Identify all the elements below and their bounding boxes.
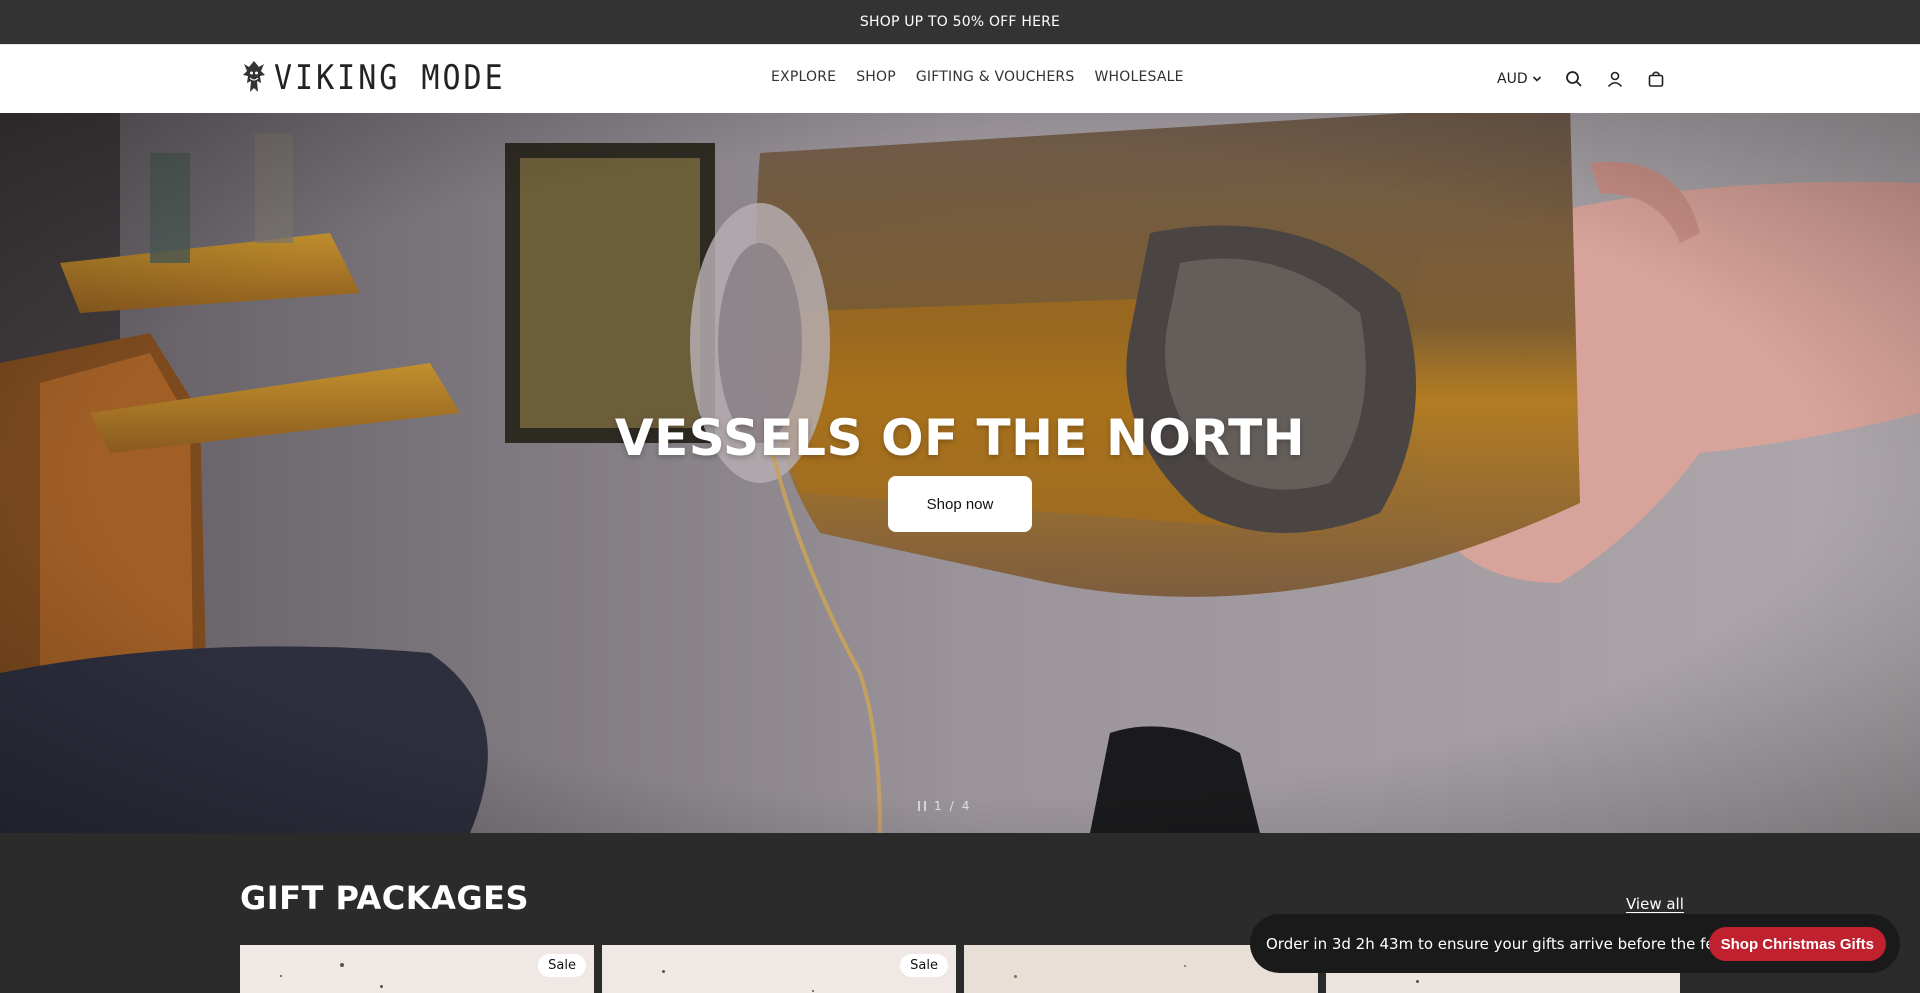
chevron-down-icon bbox=[1532, 76, 1541, 82]
view-all-link[interactable]: View all bbox=[1626, 895, 1684, 913]
slide-separator: / bbox=[949, 799, 954, 813]
product-card[interactable]: Sale bbox=[240, 945, 594, 993]
sale-badge: Sale bbox=[538, 954, 586, 977]
currency-selector[interactable]: AUD bbox=[1497, 71, 1542, 87]
slide-total: 4 bbox=[961, 799, 970, 813]
section-title: GIFT PACKAGES bbox=[240, 879, 529, 917]
nav-wholesale[interactable]: WHOLESALE bbox=[1094, 69, 1183, 85]
account-icon[interactable] bbox=[1605, 69, 1625, 89]
hero-image bbox=[0, 113, 1920, 833]
sale-badge: Sale bbox=[900, 954, 948, 977]
hero-shop-now-button[interactable]: Shop now bbox=[888, 476, 1032, 532]
site-logo[interactable]: VIKING MODE bbox=[240, 58, 506, 98]
slide-pager: 1 / 4 bbox=[918, 799, 969, 813]
nav-shop[interactable]: SHOP bbox=[856, 69, 896, 85]
nav-gifting-vouchers[interactable]: GIFTING & VOUCHERS bbox=[916, 69, 1075, 85]
cart-icon[interactable] bbox=[1646, 69, 1666, 89]
pause-icon[interactable] bbox=[918, 801, 926, 811]
christmas-promo-banner: Order in 3d 2h 43m to ensure your gifts … bbox=[1250, 914, 1900, 973]
hero-slideshow[interactable]: VESSELS OF THE NORTH Shop now 1 / 4 bbox=[0, 113, 1920, 833]
viking-logo-icon bbox=[243, 61, 265, 92]
nav-explore[interactable]: EXPLORE bbox=[771, 69, 836, 85]
product-card[interactable]: Sale bbox=[602, 945, 956, 993]
slide-current: 1 bbox=[934, 799, 942, 813]
currency-label: AUD bbox=[1497, 71, 1528, 87]
hero-title: VESSELS OF THE NORTH bbox=[614, 409, 1306, 467]
site-header: VIKING MODE EXPLORE SHOP GIFTING & VOUCH… bbox=[0, 44, 1920, 113]
shop-christmas-gifts-button[interactable]: Shop Christmas Gifts bbox=[1708, 927, 1886, 961]
announcement-bar[interactable]: SHOP UP TO 50% OFF HERE bbox=[0, 0, 1920, 44]
header-tools: AUD bbox=[1497, 65, 1687, 93]
logo-wordmark: VIKING MODE bbox=[274, 58, 506, 98]
main-nav: EXPLORE SHOP GIFTING & VOUCHERS WHOLESAL… bbox=[771, 69, 1184, 85]
announcement-text[interactable]: SHOP UP TO 50% OFF HERE bbox=[860, 14, 1060, 30]
promo-countdown-text: Order in 3d 2h 43m to ensure your gifts … bbox=[1266, 934, 1743, 953]
search-icon[interactable] bbox=[1564, 69, 1584, 89]
